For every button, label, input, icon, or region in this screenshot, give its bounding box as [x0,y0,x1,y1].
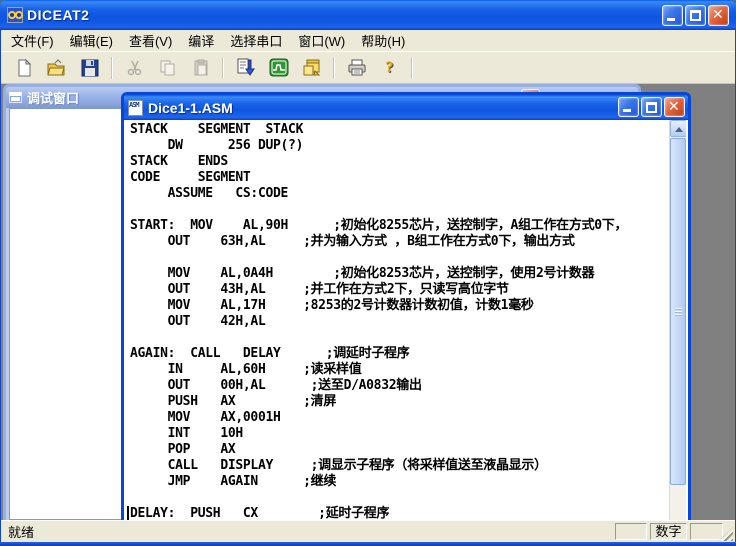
window-icon [9,92,22,103]
compile-icon [236,58,256,77]
minimize-button[interactable] [662,5,683,26]
vertical-scrollbar[interactable] [669,120,686,520]
new-file-icon [15,59,33,77]
toolbar: ? [1,52,735,84]
asm-minimize-button[interactable] [618,97,639,117]
maximize-button[interactable] [685,5,706,26]
paste-icon [192,59,210,77]
maximize-icon [690,10,701,21]
menu-compile[interactable]: 编译 [180,29,222,52]
main-titlebar[interactable]: DICEAT2 ✕ [0,0,736,30]
toolbar-separator [222,57,224,79]
asm-editor-window[interactable]: ASM Dice1-1.ASM ✕ STACK SEGMENT STACK DW… [121,92,691,520]
menu-edit[interactable]: 编辑(E) [62,29,121,52]
copy-button [155,55,180,80]
menu-window[interactable]: 窗口(W) [290,29,353,52]
download-button[interactable] [299,55,324,80]
save-button[interactable] [77,55,102,80]
oscilloscope-icon [269,58,289,77]
window-border-left [0,30,1,546]
print-button[interactable] [344,55,369,80]
menu-view[interactable]: 查看(V) [121,29,180,52]
toolbar-separator [111,57,113,79]
asm-window-title: Dice1-1.ASM [148,100,233,116]
maximize-icon [646,102,657,113]
close-icon: ✕ [712,7,724,23]
help-button[interactable]: ? [377,55,402,80]
minimize-icon [623,109,631,112]
menu-select-serial-port[interactable]: 选择串口 [222,29,290,52]
minimize-icon [667,18,675,21]
scrollbar-thumb[interactable] [670,138,686,485]
new-file-button[interactable] [11,55,36,80]
open-file-button[interactable] [44,55,69,80]
app-icon [7,7,23,23]
text-caret [127,506,129,520]
status-ready-text: 就绪 [8,522,615,541]
application-window: DICEAT2 ✕ 文件(F) 编辑(E) 查看(V) 编译 选择串口 窗口(W… [0,0,736,546]
debug-window-title: 调试窗口 [27,88,79,107]
asm-window-titlebar[interactable]: ASM Dice1-1.ASM ✕ [124,95,688,120]
paste-button [188,55,213,80]
debug-run-button[interactable] [266,55,291,80]
copy-icon [159,59,177,77]
asm-maximize-button[interactable] [641,97,662,117]
code-editor-area[interactable]: STACK SEGMENT STACK DW 256 DUP(?) STACK … [126,120,686,520]
menu-bar: 文件(F) 编辑(E) 查看(V) 编译 选择串口 窗口(W) 帮助(H) [1,30,735,52]
status-bar: 就绪 数字 [1,520,735,542]
cut-button [122,55,147,80]
assembly-code[interactable]: STACK SEGMENT STACK DW 256 DUP(?) STACK … [126,120,686,520]
toolbar-separator [333,57,335,79]
window-border-bottom [0,542,736,546]
status-panel-1 [615,523,647,540]
asm-close-button[interactable]: ✕ [664,97,685,117]
close-icon: ✕ [668,99,680,115]
app-title: DICEAT2 [27,7,89,23]
open-folder-icon [47,59,66,77]
menu-help[interactable]: 帮助(H) [353,29,413,52]
cut-icon [126,59,144,77]
compile-button[interactable] [233,55,258,80]
print-icon [347,58,367,77]
scroll-up-button[interactable] [670,120,686,137]
toolbar-separator [411,57,413,79]
status-num-lock-indicator: 数字 [650,523,687,540]
mdi-workspace: 调试窗口 ✕ ASM Dice1-1.ASM ✕ STACK SEGMENT S… [1,84,735,520]
status-panel-2 [690,523,723,540]
help-icon: ? [386,59,394,77]
save-icon [81,59,99,77]
menu-file[interactable]: 文件(F) [3,29,62,52]
asm-file-icon: ASM [128,100,143,116]
download-to-device-icon [302,58,322,77]
close-button[interactable]: ✕ [708,5,729,26]
